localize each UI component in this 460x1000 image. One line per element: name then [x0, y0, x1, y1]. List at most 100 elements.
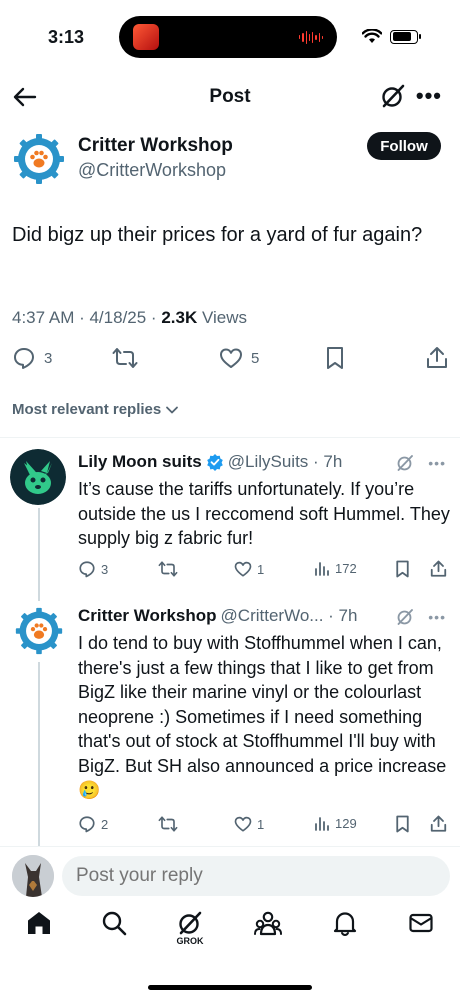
divider: [0, 437, 460, 438]
share-button[interactable]: [430, 560, 447, 578]
reply-text: It’s cause the tariffs unfortunately. If…: [78, 479, 450, 548]
mail-icon: [409, 913, 433, 933]
reply-count: 3: [101, 561, 109, 577]
reply-icon: [14, 348, 34, 369]
critter-workshop-avatar[interactable]: [12, 132, 66, 186]
post-header: Post •••: [0, 76, 460, 118]
like-count: 1: [257, 816, 265, 832]
reply-input[interactable]: [62, 856, 450, 896]
grok-icon: [179, 911, 202, 935]
home-indicator[interactable]: [148, 985, 312, 990]
bookmark-icon: [396, 815, 409, 833]
post-actions: 3 5: [12, 346, 448, 374]
tab-home[interactable]: [14, 910, 64, 960]
bookmark-button[interactable]: [395, 560, 410, 578]
post-meta: 4:37 AM · 4/18/25 · 2.3K Views: [12, 308, 247, 328]
grok-icon[interactable]: [396, 454, 414, 472]
share-button[interactable]: [430, 815, 447, 833]
share-icon: [430, 560, 447, 577]
share-button[interactable]: [426, 346, 448, 370]
reply-count: 3: [44, 349, 53, 367]
author-handle[interactable]: @CritterWorkshop: [78, 160, 226, 181]
reply-text: I do tend to buy with Stoffhummel when I…: [78, 633, 447, 800]
repost-icon: [158, 816, 178, 832]
live-activity-app-icon: [133, 24, 159, 50]
reply-handle[interactable]: @LilySuits · 7h: [228, 452, 343, 472]
reply-author-name[interactable]: Critter Workshop: [78, 606, 217, 626]
reply-icon: [79, 561, 95, 578]
views-label: Views: [197, 308, 247, 327]
repost-icon: [112, 348, 138, 368]
like-button[interactable]: 5: [219, 346, 259, 370]
reply-button[interactable]: 3: [12, 346, 52, 370]
user-avatar[interactable]: [12, 855, 54, 897]
heart-icon: [234, 816, 252, 832]
reply-handle[interactable]: @CritterWo... · 7h: [221, 606, 358, 626]
status-bar: 3:13: [0, 0, 460, 74]
views-button[interactable]: 129: [314, 815, 357, 831]
repost-button[interactable]: [158, 560, 178, 578]
like-button[interactable]: 1: [234, 560, 264, 578]
repost-button[interactable]: [112, 346, 138, 370]
like-button[interactable]: 1: [234, 815, 264, 833]
tab-communities[interactable]: [243, 910, 293, 960]
heart-icon: [234, 561, 252, 577]
status-time: 3:13: [48, 27, 85, 47]
sort-replies-dropdown[interactable]: Most relevant replies: [12, 401, 179, 418]
reply-button[interactable]: 3: [78, 560, 108, 578]
heart-icon: [220, 348, 242, 368]
views-count: 129: [335, 815, 357, 831]
reply-author-name[interactable]: Lily Moon suits: [78, 452, 202, 472]
divider: [0, 846, 460, 847]
reply-actions: 2 1 129: [78, 815, 448, 835]
more-options-icon[interactable]: •••: [428, 609, 446, 625]
share-icon: [427, 347, 447, 368]
grok-icon[interactable]: [396, 608, 414, 626]
grok-icon[interactable]: [380, 83, 406, 109]
reply-actions: 3 1 172: [78, 560, 448, 580]
wifi-icon: [362, 29, 382, 43]
follow-button[interactable]: Follow: [367, 132, 441, 160]
tab-search[interactable]: [89, 910, 139, 960]
share-icon: [430, 815, 447, 832]
lily-moon-avatar[interactable]: [10, 449, 66, 505]
analytics-icon: [315, 817, 329, 831]
bottom-tab-bar: GROK: [0, 910, 460, 960]
bell-icon: [333, 912, 357, 936]
tab-notifications[interactable]: [320, 910, 370, 960]
critter-workshop-avatar[interactable]: [14, 606, 64, 656]
like-count: 5: [251, 349, 260, 367]
tab-grok[interactable]: GROK: [165, 910, 215, 960]
more-options-icon[interactable]: •••: [416, 85, 442, 107]
reply-icon: [79, 816, 95, 833]
chevron-down-icon: [166, 406, 179, 413]
reply-count: 2: [101, 816, 109, 832]
more-options-icon[interactable]: •••: [428, 455, 446, 471]
battery-icon: [390, 29, 421, 44]
sort-replies-label: Most relevant replies: [12, 401, 162, 418]
post-text: Did bigz up their prices for a yard of f…: [12, 224, 423, 246]
views-button[interactable]: 172: [314, 560, 357, 576]
audio-wave-icon: [299, 30, 323, 44]
author-name[interactable]: Critter Workshop: [78, 135, 233, 157]
repost-icon: [158, 561, 178, 577]
views-count: 172: [335, 560, 357, 576]
thread-line: [38, 508, 40, 601]
bookmark-icon: [327, 347, 343, 369]
search-icon: [102, 911, 127, 936]
reply-button[interactable]: 2: [78, 815, 108, 833]
views-count: 2.3K: [161, 308, 198, 327]
bookmark-icon: [396, 560, 409, 578]
repost-button[interactable]: [158, 815, 178, 833]
communities-icon: [254, 911, 282, 936]
bookmark-button[interactable]: [395, 815, 410, 833]
home-icon: [28, 912, 50, 934]
tab-messages[interactable]: [396, 910, 446, 960]
bookmark-button[interactable]: [325, 346, 345, 370]
verified-badge-icon: [206, 454, 223, 471]
dynamic-island: [119, 16, 337, 58]
like-count: 1: [257, 561, 265, 577]
tab-grok-label: GROK: [176, 936, 204, 946]
thread-line: [38, 662, 40, 846]
analytics-icon: [315, 562, 329, 576]
